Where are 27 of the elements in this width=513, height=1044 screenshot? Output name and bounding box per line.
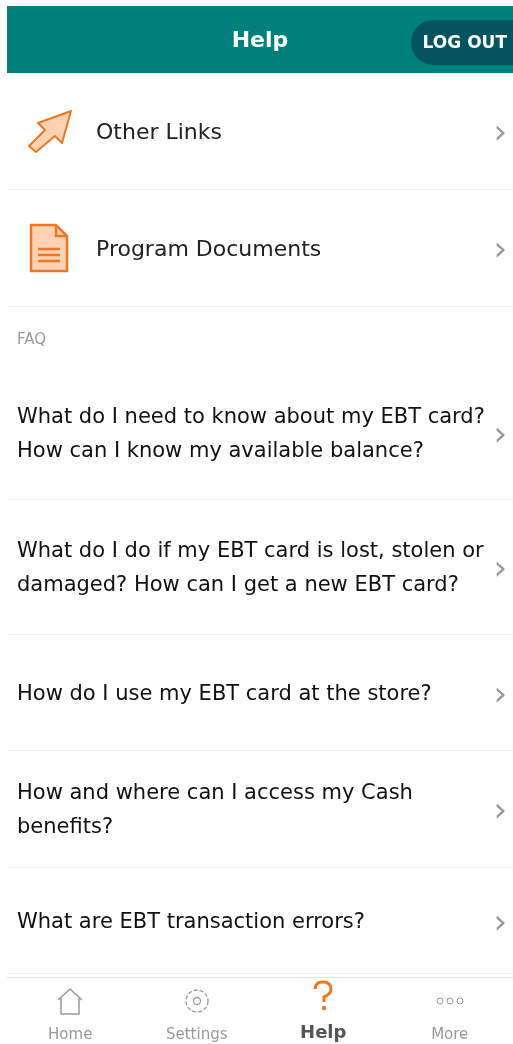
faq-row[interactable]: How do I use my EBT card at the store? ›: [7, 635, 513, 751]
chevron-icon: ›: [493, 792, 507, 826]
more-icon: [434, 995, 465, 1006]
faq-question: How and where can I access my Cash benefits?: [17, 779, 414, 840]
faq-row[interactable]: What are EBT transaction errors? ›: [7, 868, 513, 974]
row-label: Other Links: [96, 117, 223, 146]
faq-row[interactable]: What do I do if my EBT card is lost, stolen or damaged? How can I get a new EBT card? ›: [7, 500, 513, 635]
faq-row[interactable]: How and where can I access my Cash benefits? ›: [7, 751, 513, 868]
chevron-icon: ›: [493, 231, 507, 265]
chevron-icon: ›: [493, 550, 507, 584]
chevron-icon: ›: [493, 416, 507, 450]
faq-row[interactable]: What do I need to know about my EBT card? How can I know my available balance? ›: [7, 367, 513, 500]
faq-question: What do I need to know about my EBT card? How can I know my available balance?: [17, 403, 486, 464]
chevron-icon: ›: [493, 114, 507, 148]
faq-question: How do I use my EBT card at the store?: [17, 679, 433, 707]
faq-question: What are EBT transaction errors?: [17, 907, 366, 935]
document-icon: [29, 223, 69, 273]
chevron-icon: ›: [493, 675, 507, 710]
faq-question: What do I do if my EBT card is lost, stolen or damaged? How can I get a new EBT card?: [17, 537, 485, 598]
screen-title: Help: [231, 26, 289, 54]
chevron-icon: ›: [493, 903, 507, 938]
row-label: Program Documents: [96, 234, 323, 263]
tab-item[interactable]: Help: [260, 978, 387, 1044]
logout-button[interactable]: LOG OUT: [410, 20, 513, 65]
section-heading: FAQ: [17, 330, 47, 348]
menu-row[interactable]: Program Documents ›: [7, 190, 513, 307]
menu-row[interactable]: Other Links ›: [7, 73, 513, 190]
